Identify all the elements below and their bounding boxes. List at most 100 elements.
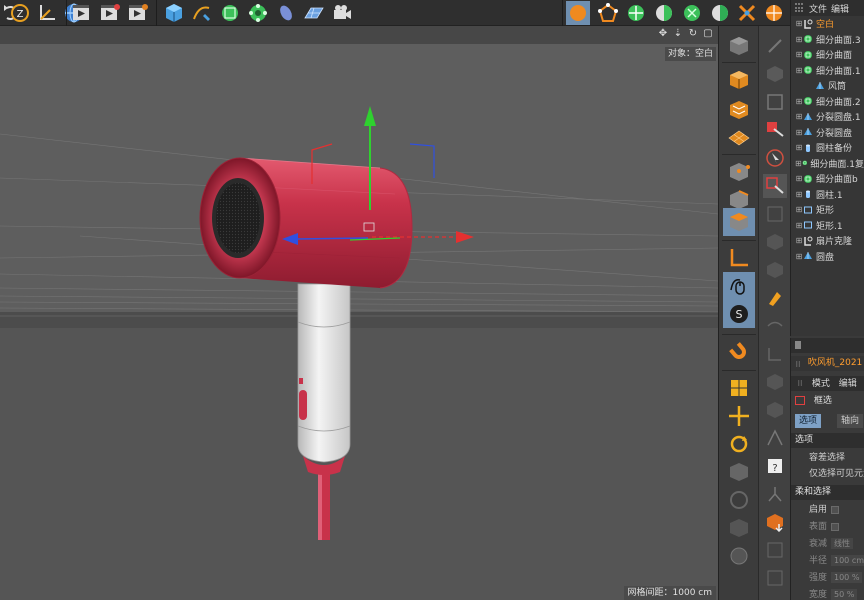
hairdryer-handle[interactable] <box>297 283 351 463</box>
option-tolerant-select[interactable]: 容差选择 <box>791 451 864 466</box>
toggle-view-icon[interactable]: ▢ <box>702 28 714 40</box>
field-value[interactable]: 50 % <box>831 589 858 600</box>
menu-file[interactable]: 文件 <box>809 2 827 15</box>
axis-tool-icon[interactable] <box>723 244 755 272</box>
expand-toggle-icon[interactable]: ⊞ <box>795 174 803 183</box>
knife-tool-icon[interactable] <box>763 34 787 58</box>
subdivision-surface-icon[interactable] <box>218 1 242 25</box>
cloner-icon[interactable] <box>246 1 270 25</box>
object-row[interactable]: ⊞ 圆盘 <box>791 249 864 265</box>
expand-toggle-icon[interactable]: ⊞ <box>795 236 803 245</box>
make-editable-icon[interactable] <box>723 32 755 60</box>
menu-edit[interactable]: 编辑 <box>831 2 849 15</box>
panel-grip-icon[interactable] <box>795 3 805 13</box>
object-row[interactable]: 风筒 <box>791 78 864 94</box>
recycle-icon[interactable] <box>723 486 755 514</box>
select-arrow-icon[interactable] <box>763 146 787 170</box>
solo-mode-icon[interactable]: S <box>723 300 755 328</box>
menu-grip-icon[interactable]: ⁝⁝ <box>791 376 809 391</box>
hairdryer-body[interactable] <box>199 157 413 289</box>
object-row[interactable]: ⊞ 细分曲面 <box>791 47 864 63</box>
extrude-tool-icon[interactable] <box>763 62 787 86</box>
expand-toggle-icon[interactable]: ⊞ <box>795 252 803 261</box>
sculpt-tool-icon[interactable] <box>763 314 787 338</box>
object-row[interactable]: ⊞ 细分曲面.3 <box>791 32 864 48</box>
section-soft-selection[interactable]: 柔和选择 <box>791 485 864 500</box>
render-settings-icon[interactable] <box>126 1 150 25</box>
object-row[interactable]: ⊞ 细分曲面.1 <box>791 63 864 79</box>
expand-toggle-icon[interactable]: ⊞ <box>795 190 803 199</box>
weld-tool-icon[interactable] <box>763 426 787 450</box>
object-row[interactable]: ⊞ 圆柱备份 <box>791 140 864 156</box>
points-tool-icon[interactable] <box>723 158 755 186</box>
loop-cut-icon[interactable] <box>763 258 787 282</box>
export-cube-icon[interactable] <box>763 510 787 534</box>
polygon-pen-icon[interactable] <box>763 202 787 226</box>
field-checkbox[interactable] <box>831 505 839 514</box>
polygons-mode-icon[interactable] <box>652 1 676 25</box>
expand-toggle-icon[interactable]: ⊞ <box>795 221 803 230</box>
expand-toggle-icon[interactable]: ⊞ <box>795 205 803 214</box>
menu-edit[interactable]: 编辑 <box>839 379 857 389</box>
points-mode-icon[interactable] <box>596 1 620 25</box>
panel-grip-icon[interactable]: ⁝⁝ <box>791 357 805 369</box>
edges-mode-icon[interactable] <box>624 1 648 25</box>
bridge-tool-icon[interactable] <box>763 230 787 254</box>
cube-primitive-icon[interactable] <box>162 1 186 25</box>
pen-spline-icon[interactable] <box>190 1 214 25</box>
object-row[interactable]: ⊞ 细分曲面b <box>791 171 864 187</box>
object-row[interactable]: ⊞ 分裂圆盘.1 <box>791 109 864 125</box>
floor-environment-icon[interactable] <box>302 1 326 25</box>
pan-icon[interactable]: ✥ <box>657 28 669 40</box>
render-view-icon[interactable] <box>70 1 94 25</box>
object-row[interactable]: ⊞ 空白 <box>791 16 864 32</box>
workplane-mode-icon[interactable] <box>708 1 732 25</box>
object-row[interactable]: ⊞ 扇片克隆 <box>791 233 864 249</box>
rotate-view-icon[interactable]: ↻ <box>687 28 699 40</box>
expand-toggle-icon[interactable]: ⊞ <box>795 97 803 106</box>
snap-magnet-icon[interactable] <box>723 338 755 366</box>
paint-tool-icon[interactable] <box>763 566 787 590</box>
expand-toggle-icon[interactable]: ⊞ <box>795 112 803 121</box>
iron-tool-icon[interactable] <box>763 370 787 394</box>
tweak-mode-icon[interactable] <box>723 272 755 300</box>
deformer-icon[interactable] <box>274 1 298 25</box>
stitch-tool-icon[interactable] <box>763 342 787 366</box>
locked-workplane-icon[interactable] <box>762 1 786 25</box>
expand-toggle-icon[interactable]: ⊞ <box>795 128 803 137</box>
expand-toggle-icon[interactable]: ⊞ <box>795 35 803 44</box>
object-row[interactable]: ⊞ 圆柱.1 <box>791 187 864 203</box>
perspective-viewport[interactable]: ✥ ⇣ ↻ ▢ 对象：空白 网格间距：1000 cm <box>0 26 718 600</box>
object-row[interactable]: ⊞ 矩形 <box>791 202 864 218</box>
scene-canvas[interactable] <box>0 26 718 600</box>
field-value[interactable]: 100 cm <box>831 555 864 566</box>
uv-tool-icon[interactable] <box>763 538 787 562</box>
brush-tool-icon[interactable] <box>763 286 787 310</box>
expand-toggle-icon[interactable]: ⊞ <box>795 159 802 168</box>
texture-tool-icon[interactable] <box>723 96 755 124</box>
object-row[interactable]: ⊞ 细分曲面.2 <box>791 94 864 110</box>
object-cube-icon[interactable] <box>723 458 755 486</box>
expand-toggle-icon[interactable]: ⊞ <box>795 19 803 28</box>
polygons-tool-icon[interactable] <box>723 208 755 236</box>
help-icon[interactable]: ? <box>763 454 787 478</box>
expand-toggle-icon[interactable]: ⊞ <box>795 66 803 75</box>
camera-icon[interactable] <box>330 1 354 25</box>
tab-options[interactable]: 选项 <box>795 414 822 428</box>
rotate-tool-icon[interactable] <box>723 430 755 458</box>
grid-snap-icon[interactable] <box>723 374 755 402</box>
live-selection-icon[interactable] <box>763 118 787 142</box>
expand-toggle-icon[interactable]: ⊞ <box>795 143 803 152</box>
coordinate-system-icon[interactable] <box>35 1 59 25</box>
texture-mode-icon[interactable] <box>680 1 704 25</box>
texture-mesh-icon[interactable] <box>723 514 755 542</box>
object-row[interactable]: ⊞ 细分曲面.1复 <box>791 156 864 172</box>
expand-toggle-icon[interactable]: ⊞ <box>795 50 803 59</box>
object-row[interactable]: ⊞ 分裂圆盘 <box>791 125 864 141</box>
z-axis-lock-icon[interactable]: Z <box>8 1 32 25</box>
option-visible-only[interactable]: 仅选择可见元素 <box>791 467 864 482</box>
sphere-grid-icon[interactable] <box>723 542 755 570</box>
bevel-tool-icon[interactable] <box>763 90 787 114</box>
snap-icon[interactable] <box>735 1 759 25</box>
grip-handle-icon[interactable] <box>795 340 801 349</box>
